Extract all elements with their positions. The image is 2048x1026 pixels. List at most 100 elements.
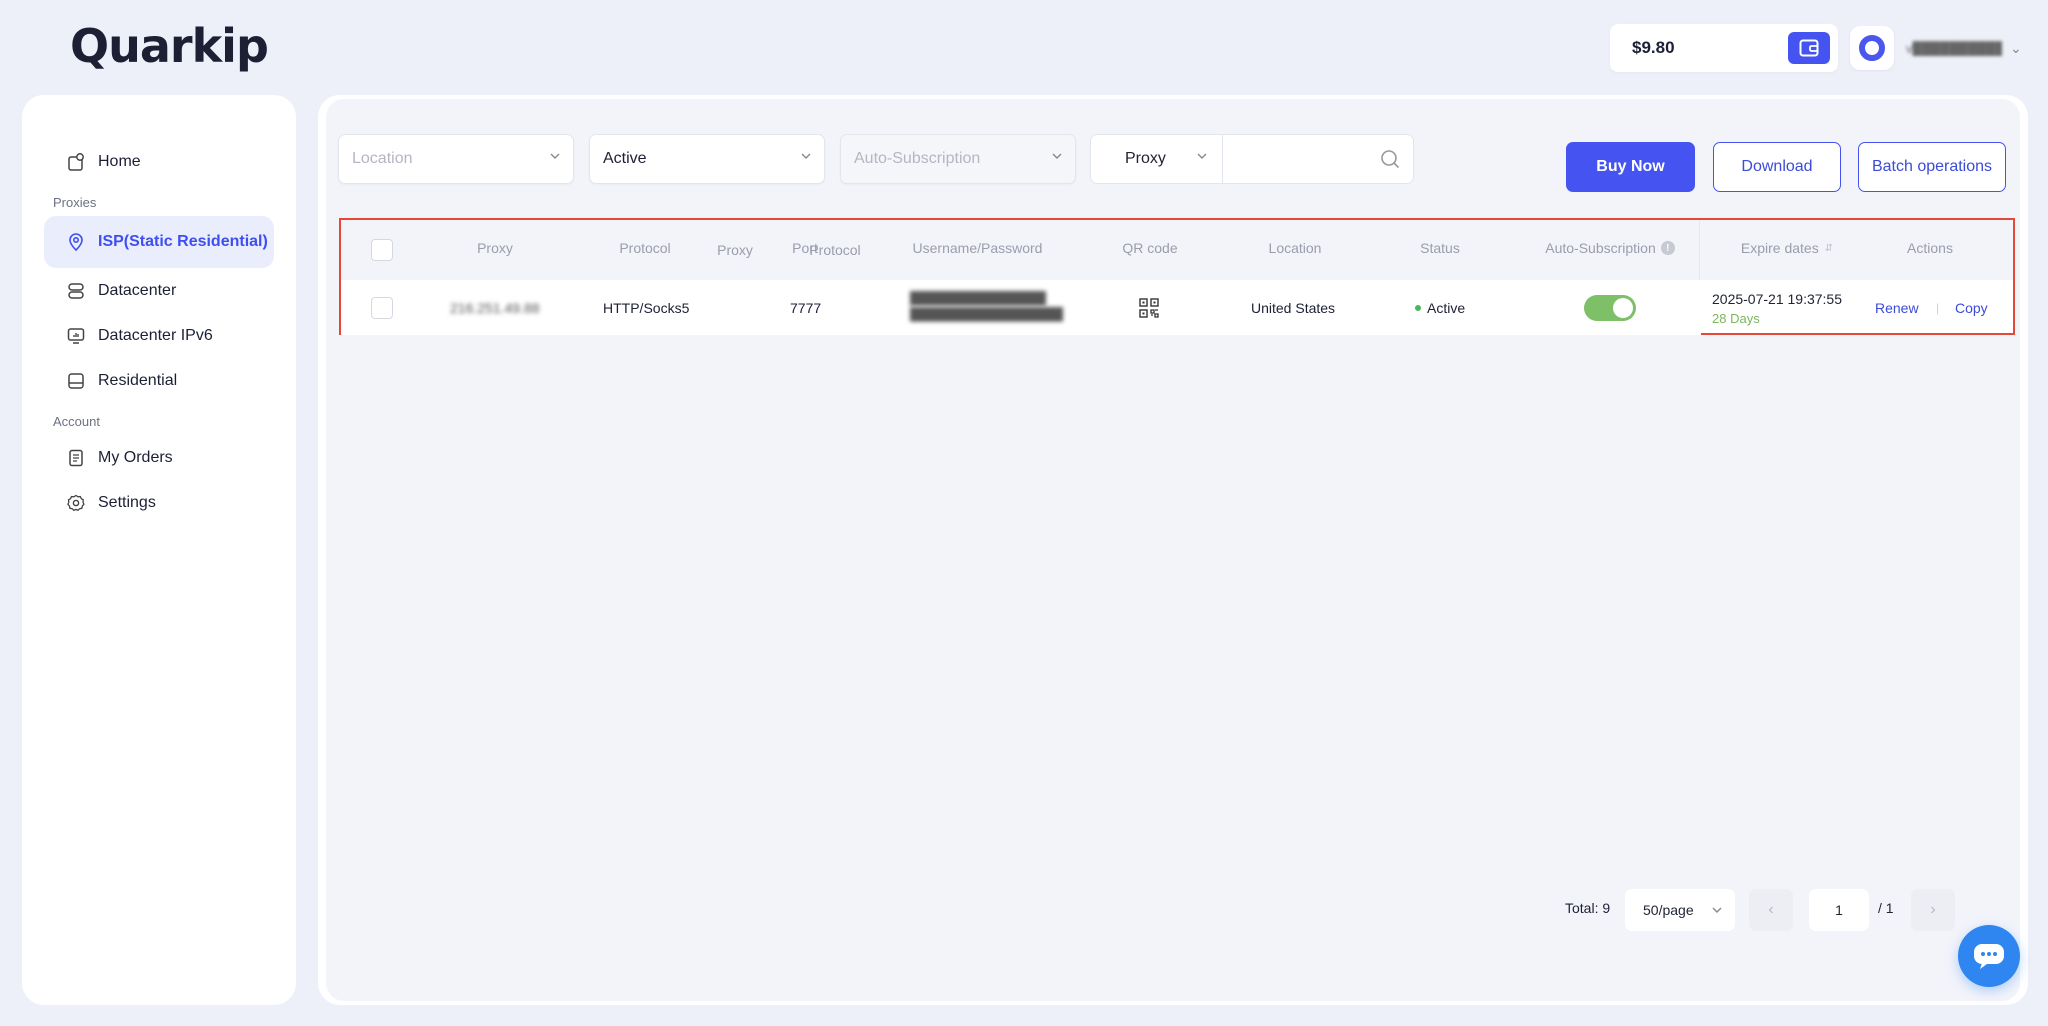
download-button[interactable]: Download <box>1713 142 1841 192</box>
action-divider: | <box>1936 300 1940 315</box>
days-left: 28 Days <box>1712 311 1760 326</box>
chevron-down-icon <box>1052 153 1062 159</box>
page-size-select[interactable]: 50/page <box>1625 889 1735 931</box>
chevron-down-icon <box>801 153 811 159</box>
page-count: / 1 <box>1878 900 1894 916</box>
credentials-cell[interactable]: ████████████████ ██████████████████ <box>910 290 1064 322</box>
sidebar-item-label: Home <box>98 152 141 170</box>
batch-operations-button[interactable]: Batch operations <box>1858 142 2006 192</box>
buy-now-button[interactable]: Buy Now <box>1566 142 1695 192</box>
sidebar-item-datacenter[interactable]: Datacenter <box>22 268 296 313</box>
sidebar-item-isp[interactable]: ISP(Static Residential) <box>44 216 274 268</box>
col-auto-subscription-label: Auto-Subscription <box>1545 240 1656 256</box>
gear-icon <box>66 493 86 513</box>
sidebar-item-home[interactable]: Home <box>22 139 296 184</box>
sidebar-item-label: ISP(Static Residential) <box>98 233 268 250</box>
protocol-cell: HTTP/Socks5 <box>603 299 690 316</box>
search-type-select[interactable]: Proxy <box>1091 135 1223 183</box>
search-input[interactable] <box>1223 135 1413 183</box>
section-proxies: Proxies <box>53 195 97 210</box>
expire-cell: 2025-07-21 19:37:55 28 Days <box>1712 289 1842 329</box>
select-all-checkbox-cell <box>371 220 393 280</box>
balance-amount: $9.80 <box>1632 38 1675 57</box>
chevron-right-icon: › <box>1930 901 1936 918</box>
col-expire-label: Expire dates <box>1740 240 1819 256</box>
sidebar-item-label: Residential <box>98 371 178 389</box>
pagination-total: Total: 9 <box>1565 900 1611 916</box>
home-icon <box>66 152 86 172</box>
location-placeholder: Location <box>352 150 413 167</box>
col-port-header: Port <box>792 240 818 256</box>
search-type-value: Proxy <box>1125 150 1166 167</box>
chat-support-button[interactable] <box>1958 925 2020 987</box>
sidebar-item-label: Settings <box>98 493 156 511</box>
copy-link[interactable]: Copy <box>1955 280 1988 335</box>
balance-display: $9.80 <box>1610 24 1838 72</box>
auto-subscription-placeholder: Auto-Subscription <box>854 150 981 167</box>
search-group: Proxy <box>1090 134 1414 184</box>
renew-link[interactable]: Renew <box>1875 280 1919 335</box>
col-protocol-header: Protocol <box>619 240 671 256</box>
wallet-button[interactable] <box>1788 32 1830 64</box>
username-value: ████████████████ <box>910 291 1047 305</box>
select-all-checkbox[interactable] <box>371 239 393 261</box>
sidebar-item-settings[interactable]: Settings <box>22 480 296 525</box>
status-select[interactable]: Active <box>589 134 825 184</box>
sidebar-item-label: My Orders <box>98 448 173 466</box>
renew-label: Renew <box>1875 299 1919 316</box>
col-qr-header: QR code <box>1122 240 1178 256</box>
copy-label: Copy <box>1955 299 1988 316</box>
sidebar-item-datacenter-ipv6[interactable]: Datacenter IPv6 <box>22 313 296 358</box>
proxy-ip[interactable]: 216.251.49.88 <box>450 280 550 335</box>
col-actions-header: Actions <box>1907 240 1953 256</box>
col-proxy-header: Proxy <box>477 240 513 256</box>
sidebar-item-my-orders[interactable]: My Orders <box>22 435 296 480</box>
status-select-value: Active <box>603 150 647 167</box>
sidebar-item-residential[interactable]: Residential <box>22 358 296 403</box>
sidebar: Home Proxies ISP(Static Residential) Dat… <box>22 95 296 1005</box>
sidebar-item-label: Datacenter IPv6 <box>98 326 213 344</box>
col-expire-header[interactable]: Expire dates ⇵ <box>1712 218 1862 278</box>
orders-icon <box>66 448 86 468</box>
section-account: Account <box>53 414 100 429</box>
password-value: ██████████████████ <box>910 307 1064 321</box>
col-auto-subscription-header: Auto-Subscription ! <box>1520 218 1700 278</box>
col-credentials-header: Username/Password <box>912 240 1043 256</box>
col-location-header: Location <box>1268 240 1322 256</box>
col-status-header: Status <box>1420 240 1460 256</box>
brand-logo[interactable]: Quarkip <box>70 18 269 74</box>
chevron-down-icon <box>1712 907 1722 913</box>
row-checkbox[interactable] <box>371 296 393 319</box>
port-cell: 7777 <box>790 299 822 316</box>
residential-icon <box>66 371 86 391</box>
page-number-input[interactable]: 1 <box>1809 889 1869 931</box>
auto-subscription-select[interactable]: Auto-Subscription <box>840 134 1076 184</box>
prev-page-button[interactable]: ‹ <box>1749 889 1793 931</box>
server-icon <box>66 281 86 301</box>
row-checkbox-cell <box>371 280 393 335</box>
auto-subscription-toggle[interactable] <box>1584 294 1636 321</box>
search-icon[interactable] <box>1379 148 1401 170</box>
next-page-button[interactable]: › <box>1911 889 1955 931</box>
chevron-down-icon: ⌄ <box>2010 39 2022 56</box>
avatar <box>1850 26 1894 70</box>
auto-subscription-cell <box>1584 280 1636 335</box>
chat-icon <box>1974 944 2004 969</box>
qr-code-icon[interactable] <box>1139 280 1159 335</box>
logo-text: Quarkip <box>70 19 269 73</box>
wallet-icon <box>1799 39 1819 57</box>
location-cell: United States <box>1251 299 1336 316</box>
location-select[interactable]: Location <box>338 134 574 184</box>
expire-date: 2025-07-21 19:37:55 <box>1712 291 1842 307</box>
sidebar-item-label: Datacenter <box>98 281 177 299</box>
info-icon[interactable]: ! <box>1660 241 1675 255</box>
chevron-left-icon: ‹ <box>1768 901 1774 918</box>
location-pin-icon <box>66 232 86 252</box>
page-size-value: 50/page <box>1643 902 1694 918</box>
sort-icon[interactable]: ⇵ <box>1825 243 1833 254</box>
monitor-icon <box>66 326 86 346</box>
status-cell: Active <box>1415 280 1465 335</box>
user-menu[interactable]: v████████████... ⌄ <box>1850 24 2030 72</box>
chevron-down-icon <box>1197 153 1207 159</box>
chevron-down-icon <box>550 153 560 159</box>
